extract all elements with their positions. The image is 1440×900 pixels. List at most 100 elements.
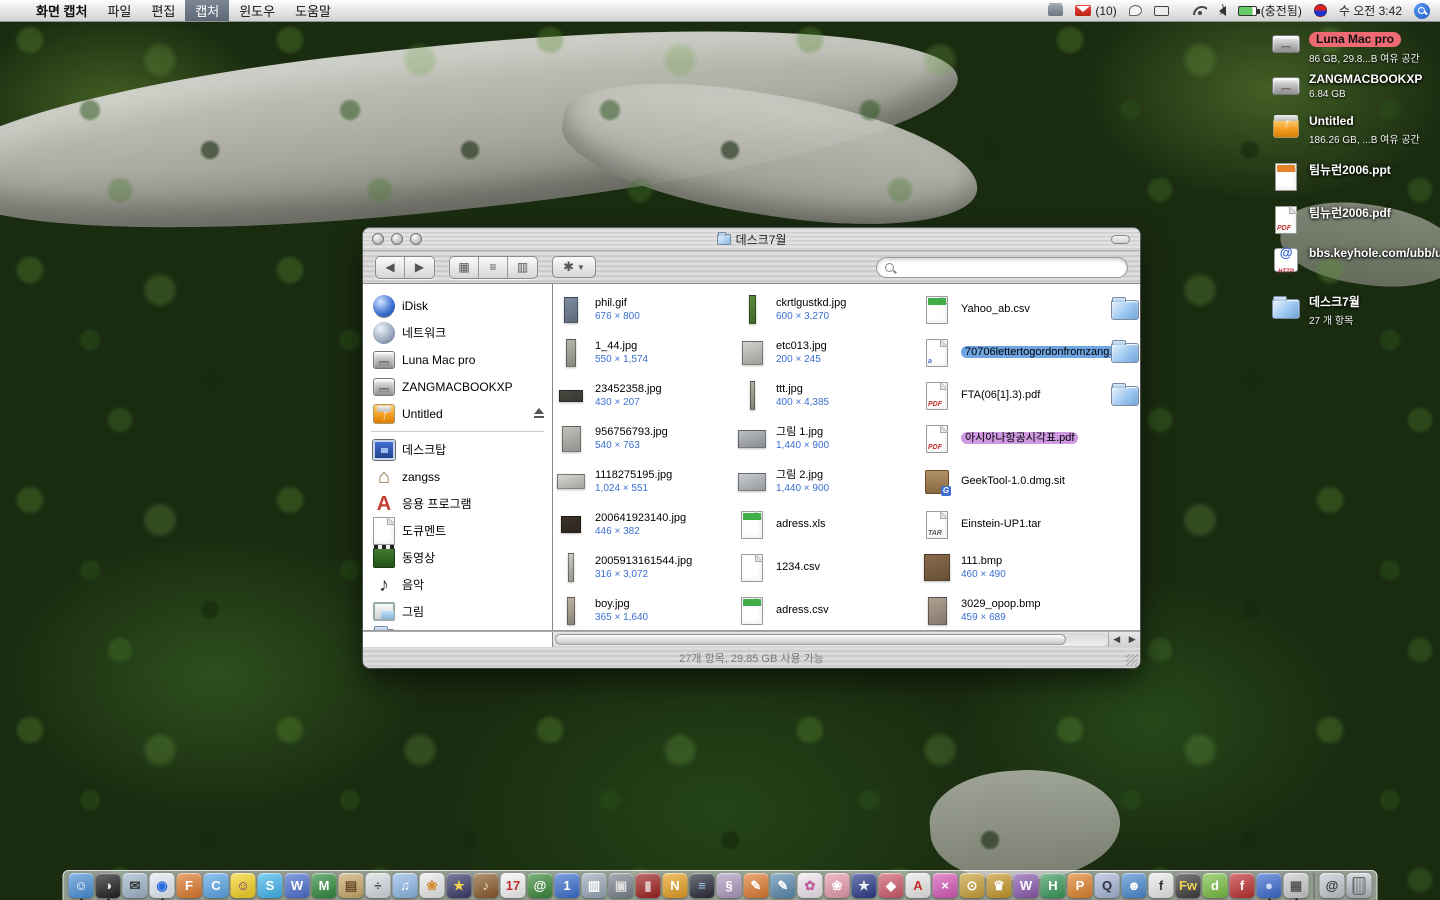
- file-item[interactable]: GeekTool-1.0.dmg.sit: [921, 460, 1107, 503]
- file-item[interactable]: adress.xls: [736, 503, 922, 546]
- file-item[interactable]: TAREinstein-UP1.tar: [921, 503, 1107, 546]
- dock-lion-icon[interactable]: ♛: [987, 873, 1012, 898]
- close-button[interactable]: [372, 233, 384, 245]
- dock-star-app-icon[interactable]: ★: [852, 873, 877, 898]
- back-button[interactable]: ◀: [376, 257, 405, 278]
- file-item[interactable]: 그림 2.jpg1,440 × 900: [736, 460, 922, 503]
- sidebar-item-응용 프로그램[interactable]: A응용 프로그램: [363, 490, 552, 517]
- dock-butterfly-icon[interactable]: ✿: [798, 873, 823, 898]
- search-field[interactable]: [876, 257, 1128, 278]
- menu-편집[interactable]: 편집: [141, 0, 185, 21]
- search-input[interactable]: [899, 261, 1119, 273]
- dock-mail-icon[interactable]: ✉: [123, 873, 148, 898]
- input-korean-icon[interactable]: [1314, 4, 1327, 17]
- file-item[interactable]: Yahoo_ab.csv: [921, 288, 1107, 331]
- sidebar-item-도큐멘트[interactable]: 도큐멘트: [363, 517, 552, 544]
- dock-garageband-icon[interactable]: ♪: [474, 873, 499, 898]
- display-icon[interactable]: [1154, 6, 1169, 16]
- file-item[interactable]: 200641923140.jpg446 × 382: [555, 503, 741, 546]
- dock-keynote-icon[interactable]: ▥: [582, 873, 607, 898]
- menu-윈도우[interactable]: 윈도우: [229, 0, 285, 21]
- file-item-folder[interactable]: [1109, 374, 1140, 417]
- dock-clock-app-icon[interactable]: ⊙: [960, 873, 985, 898]
- desktop-item-데스크7월[interactable]: 데스크7월27 개 항목: [1270, 293, 1360, 327]
- desktop-item-Luna Mac pro[interactable]: Luna Mac pro86 GB, 29.8...B 여유 공간: [1270, 28, 1420, 65]
- file-item[interactable]: adress.csv: [736, 589, 922, 630]
- desktop-item-bbs.keyhole.com/ubb/ubbthreads.php/Cat/0[interactable]: bbs.keyhole.com/ubb/ubbthreads.php/Cat/0: [1270, 244, 1440, 276]
- file-item[interactable]: phil.gif676 × 800: [555, 288, 741, 331]
- file-item[interactable]: 1234.csv: [736, 546, 922, 589]
- desktop-item-ZANGMACBOOKXP[interactable]: ZANGMACBOOKXP6.84 GB: [1270, 70, 1422, 102]
- dock-flash-player-icon[interactable]: f: [1230, 873, 1255, 898]
- file-item-folder[interactable]: [1109, 331, 1140, 374]
- column-view-button[interactable]: ▥: [508, 257, 537, 278]
- file-item[interactable]: a70706lettertogordonfromzang.doc: [921, 331, 1107, 374]
- dock-finder-icon[interactable]: ☺: [69, 873, 94, 898]
- dock-neooffice-icon[interactable]: N: [663, 873, 688, 898]
- dock-dreamweaver-icon[interactable]: d: [1203, 873, 1228, 898]
- sidebar-item-NEWRUN2006년5월6월7월[interactable]: NEWRUN2006년5월6월7월: [363, 625, 552, 630]
- mail-icon[interactable]: (10): [1075, 4, 1116, 18]
- file-item[interactable]: 그림 1.jpg1,440 × 900: [736, 417, 922, 460]
- sidebar-item-iDisk[interactable]: iDisk: [363, 292, 552, 319]
- toolbar-toggle-button[interactable]: [1111, 235, 1130, 244]
- dock-mixer-icon[interactable]: ≡: [690, 873, 715, 898]
- dock-person-icon[interactable]: ☻: [1122, 873, 1147, 898]
- spotlight-icon[interactable]: [1414, 3, 1430, 19]
- volume-icon[interactable]: [1219, 6, 1226, 16]
- clock[interactable]: 수 오전 3:42: [1339, 2, 1402, 19]
- resize-grip[interactable]: [1126, 654, 1138, 666]
- scroll-left-arrow[interactable]: ◀: [1113, 634, 1120, 645]
- file-item-folder[interactable]: [1109, 288, 1140, 331]
- dock-fireworks-icon[interactable]: Fw: [1176, 873, 1201, 898]
- dock-calculator-icon[interactable]: ÷: [366, 873, 391, 898]
- dock-notebook-icon[interactable]: ▤: [339, 873, 364, 898]
- file-item[interactable]: 1_44.jpg550 × 1,574: [555, 331, 741, 374]
- sidebar-item-ZANGMACBOOKXP[interactable]: ZANGMACBOOKXP: [363, 373, 552, 400]
- minimize-button[interactable]: [391, 233, 403, 245]
- sidebar-item-네트워크[interactable]: 네트워크: [363, 319, 552, 346]
- sidebar-item-음악[interactable]: ♪음악: [363, 571, 552, 598]
- dock-projector-icon[interactable]: ▣: [609, 873, 634, 898]
- file-item[interactable]: 3029_opop.bmp459 × 689: [921, 589, 1107, 630]
- file-item[interactable]: boy.jpg365 × 1,640: [555, 589, 741, 630]
- scrollbar-thumb[interactable]: [555, 634, 1066, 645]
- sidebar-item-데스크탑[interactable]: 데스크탑: [363, 436, 552, 463]
- dock-word-purple-icon[interactable]: W: [1014, 873, 1039, 898]
- menu-app[interactable]: 화면 캡처: [26, 0, 97, 21]
- dock-x-app-icon[interactable]: ×: [933, 873, 958, 898]
- list-view-button[interactable]: ≡: [479, 257, 508, 278]
- dock-skype-icon[interactable]: S: [258, 873, 283, 898]
- dock-flash-icon[interactable]: f: [1149, 873, 1174, 898]
- dock-homesite-icon[interactable]: H: [1041, 873, 1066, 898]
- desktop-item-팀뉴런2006.ppt[interactable]: 팀뉴런2006.ppt: [1270, 161, 1391, 193]
- file-item[interactable]: 23452358.jpg430 × 207: [555, 374, 741, 417]
- sidebar-item-그림[interactable]: 그림: [363, 598, 552, 625]
- dock-crystal-icon[interactable]: ◆: [879, 873, 904, 898]
- dock-swirl-icon[interactable]: §: [717, 873, 742, 898]
- dock-firefox-icon[interactable]: F: [177, 873, 202, 898]
- file-item[interactable]: PDF아시아나항공시각표.pdf: [921, 417, 1107, 460]
- desktop-item-팀뉴런2006.pdf[interactable]: PDF팀뉴런2006.pdf: [1270, 204, 1391, 236]
- wifi-icon[interactable]: [1193, 6, 1207, 15]
- file-item[interactable]: 956756793.jpg540 × 763: [555, 417, 741, 460]
- sidebar-item-동영상[interactable]: 동영상: [363, 544, 552, 571]
- dock-safari-icon[interactable]: ◉: [150, 873, 175, 898]
- dock-folio-icon[interactable]: ▮: [636, 873, 661, 898]
- file-item[interactable]: 2005913161544.jpg316 × 3,072: [555, 546, 741, 589]
- dock-writer-icon[interactable]: W: [285, 873, 310, 898]
- dock-google-earth-icon[interactable]: ●: [1257, 873, 1282, 898]
- chat-icon[interactable]: [1129, 5, 1142, 16]
- zoom-button[interactable]: [410, 233, 422, 245]
- scroll-right-arrow[interactable]: ▶: [1129, 634, 1136, 645]
- dock-stuffit-icon[interactable]: 1: [555, 873, 580, 898]
- dock-trash-icon[interactable]: [1347, 873, 1372, 898]
- dock-painter-icon[interactable]: ✎: [744, 873, 769, 898]
- dock-ical-icon[interactable]: 17: [501, 873, 526, 898]
- sidebar-item-zangss[interactable]: ⌂zangss: [363, 463, 552, 490]
- action-menu-button[interactable]: ✱▼: [552, 256, 596, 278]
- dock-flower-icon[interactable]: ❀: [825, 873, 850, 898]
- file-item[interactable]: PDFFTA(06[1].3).pdf: [921, 374, 1107, 417]
- horizontal-scrollbar[interactable]: [553, 633, 1108, 646]
- battery-icon[interactable]: (충전됨): [1238, 2, 1302, 19]
